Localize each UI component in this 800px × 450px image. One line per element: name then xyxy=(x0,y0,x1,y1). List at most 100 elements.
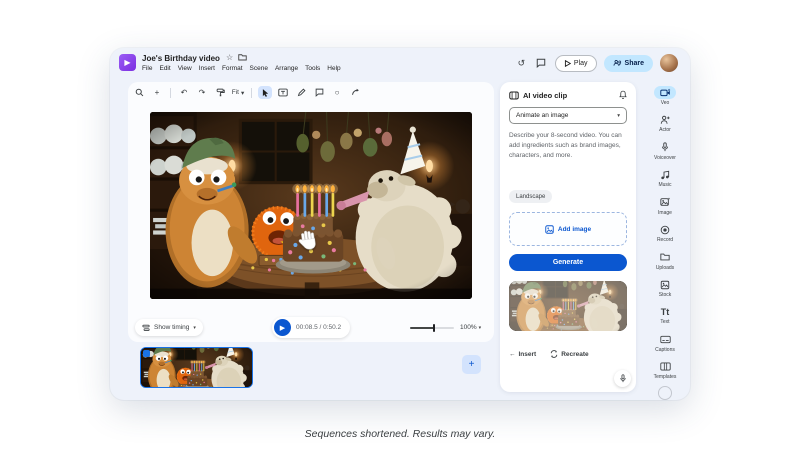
toolbar-divider xyxy=(251,88,252,98)
rail-item-image[interactable]: Image xyxy=(640,192,690,219)
clip-scene xyxy=(141,348,252,387)
toolbar-divider xyxy=(170,88,171,98)
prompt-input[interactable]: Describe your 8-second video. You can ad… xyxy=(509,131,627,160)
ai-video-clip-panel: AI video clip Animate an image ▾ Describ… xyxy=(500,82,636,392)
canvas-toolbar: + ↶ ↷ Fit▾ ○ xyxy=(132,86,362,99)
transition-arrow-icon[interactable] xyxy=(348,86,362,99)
move-to-folder-icon[interactable] xyxy=(238,53,247,63)
page: ▶ Joe's Birthday video ☆ File Edit View … xyxy=(0,0,800,450)
menubar: File Edit View Insert Format Scene Arran… xyxy=(142,65,341,72)
generate-button[interactable]: Generate xyxy=(509,254,627,271)
menu-insert[interactable]: Insert xyxy=(199,65,215,72)
rail-item-record[interactable]: Record xyxy=(640,219,690,246)
comments-icon[interactable] xyxy=(535,57,548,70)
video-clip-icon xyxy=(509,91,519,100)
rail-item-templates[interactable]: Templates xyxy=(640,357,690,384)
comment-add-icon[interactable] xyxy=(312,86,326,99)
recreate-label: Recreate xyxy=(561,351,588,358)
undo-icon[interactable]: ↶ xyxy=(177,86,191,99)
rail-item-uploads[interactable]: Uploads xyxy=(640,247,690,274)
voiceover-icon xyxy=(660,142,670,152)
generate-label: Generate xyxy=(553,259,583,266)
notification-bell-icon[interactable] xyxy=(619,90,627,101)
menu-help[interactable]: Help xyxy=(327,65,340,72)
select-tool-icon[interactable] xyxy=(258,86,272,99)
redo-icon[interactable]: ↷ xyxy=(195,86,209,99)
menu-file[interactable]: File xyxy=(142,65,152,72)
document-title[interactable]: Joe's Birthday video xyxy=(142,54,220,63)
menu-scene[interactable]: Scene xyxy=(250,65,268,72)
aspect-ratio-chip[interactable]: Landscape xyxy=(509,190,552,203)
star-icon[interactable]: ☆ xyxy=(226,53,233,63)
zoom-slider-fill xyxy=(410,327,434,329)
mode-select-dropdown[interactable]: Animate an image ▾ xyxy=(509,107,627,124)
timeline-clip-thumbnail[interactable] xyxy=(140,347,253,388)
search-icon[interactable] xyxy=(132,86,146,99)
timing-layers-icon xyxy=(142,324,150,332)
people-icon xyxy=(613,59,622,67)
vids-app-window: ▶ Joe's Birthday video ☆ File Edit View … xyxy=(110,48,690,400)
share-label: Share xyxy=(625,60,644,67)
insert-label: Insert xyxy=(519,351,537,358)
rail-more-button[interactable] xyxy=(658,386,672,400)
captions-icon xyxy=(660,335,671,344)
rail-label: Captions xyxy=(655,347,675,353)
zoom-level-value: 100% xyxy=(460,324,477,331)
rail-item-stock[interactable]: Stock xyxy=(640,274,690,301)
zoom-slider-handle[interactable] xyxy=(433,324,435,332)
rail-item-veo[interactable]: Veo xyxy=(640,82,690,109)
rail-label: Record xyxy=(657,237,673,243)
stock-media-icon xyxy=(660,280,670,290)
text-icon: Tt xyxy=(654,305,676,318)
add-image-button[interactable]: Add image xyxy=(509,212,627,246)
version-history-icon[interactable]: ↺ xyxy=(515,57,528,70)
panel-title: AI video clip xyxy=(523,91,567,100)
templates-icon xyxy=(660,362,671,371)
rail-item-actor[interactable]: Actor xyxy=(640,109,690,136)
fit-zoom-dropdown[interactable]: Fit▾ xyxy=(231,86,245,99)
recreate-cycle-icon xyxy=(550,350,558,358)
chevron-down-icon: ▾ xyxy=(241,89,244,97)
zoom-slider[interactable] xyxy=(410,327,454,329)
vids-logo-icon[interactable]: ▶ xyxy=(119,54,136,71)
shapes-icon[interactable]: ○ xyxy=(330,86,344,99)
menu-arrange[interactable]: Arrange xyxy=(275,65,298,72)
rail-label: Veo xyxy=(661,100,670,106)
menu-edit[interactable]: Edit xyxy=(159,65,170,72)
actor-icon xyxy=(660,115,670,125)
chevron-down-icon: ▾ xyxy=(193,325,196,331)
image-icon xyxy=(660,197,670,207)
add-scene-button[interactable]: + xyxy=(462,355,481,374)
rail-item-voiceover[interactable]: Voiceover xyxy=(640,137,690,164)
paint-format-icon[interactable] xyxy=(213,86,227,99)
video-canvas[interactable] xyxy=(150,112,472,299)
account-avatar[interactable] xyxy=(660,54,678,72)
zoom-level-dropdown[interactable]: 100% ▾ xyxy=(460,324,481,331)
recreate-button[interactable]: Recreate xyxy=(550,350,588,358)
mode-value: Animate an image xyxy=(516,112,568,119)
play-button[interactable]: Play xyxy=(555,55,597,72)
voice-input-button[interactable] xyxy=(614,370,631,387)
text-box-icon[interactable] xyxy=(276,86,290,99)
rail-label: Actor xyxy=(659,127,671,133)
rail-item-music[interactable]: Music xyxy=(640,164,690,191)
add-image-label: Add image xyxy=(558,226,591,233)
rail-item-captions[interactable]: Captions xyxy=(640,329,690,356)
menu-format[interactable]: Format xyxy=(222,65,243,72)
share-button[interactable]: Share xyxy=(604,55,653,72)
menu-tools[interactable]: Tools xyxy=(305,65,320,72)
rail-item-text[interactable]: Tt Text xyxy=(640,302,690,329)
veo-icon xyxy=(660,88,671,97)
video-frame-scene xyxy=(150,112,472,299)
rail-label: Templates xyxy=(654,374,677,380)
add-icon[interactable]: + xyxy=(150,86,164,99)
thumbnail-wash-overlay xyxy=(509,281,627,331)
menu-view[interactable]: View xyxy=(178,65,192,72)
view-mode-dropdown[interactable]: Show timing ▾ xyxy=(135,319,203,336)
play-label: Play xyxy=(574,60,588,67)
pen-tool-icon[interactable] xyxy=(294,86,308,99)
insert-button[interactable]: ← Insert xyxy=(509,351,536,358)
clip-badge xyxy=(143,350,150,357)
generated-preview-thumbnail[interactable] xyxy=(509,281,627,331)
timeline-play-button[interactable]: ▶ xyxy=(274,319,291,336)
